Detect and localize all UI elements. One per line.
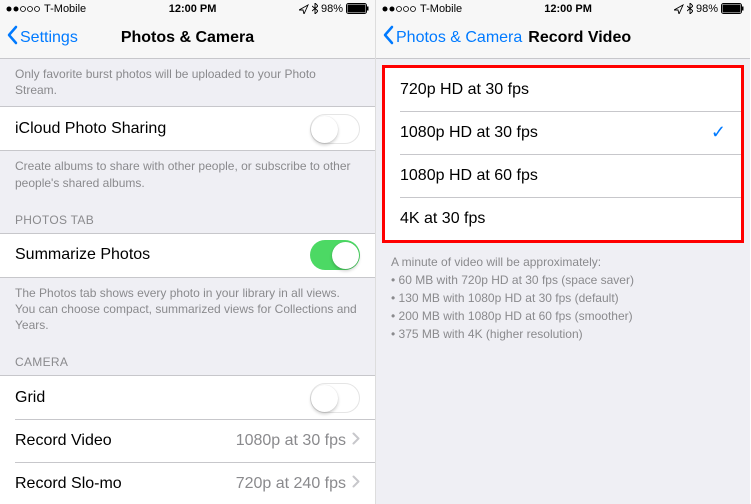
cell-label: Grid bbox=[15, 389, 45, 407]
cell-label: Summarize Photos bbox=[15, 246, 150, 264]
info-line: • 375 MB with 4K (higher resolution) bbox=[391, 325, 735, 343]
summarize-toggle[interactable] bbox=[310, 240, 360, 270]
option-4k-30[interactable]: 4K at 30 fps bbox=[385, 197, 741, 240]
icloud-photo-sharing-cell[interactable]: iCloud Photo Sharing bbox=[0, 107, 375, 150]
icloud-footer: Create albums to share with other people… bbox=[0, 151, 375, 198]
location-arrow-icon bbox=[674, 4, 684, 14]
cell-label: Record Video bbox=[15, 432, 112, 450]
info-header: A minute of video will be approximately: bbox=[391, 255, 601, 269]
nav-bar: Photos & Camera Record Video bbox=[376, 17, 750, 59]
info-line: • 60 MB with 720p HD at 30 fps (space sa… bbox=[391, 271, 735, 289]
signal-dots-icon bbox=[382, 6, 416, 12]
status-time: 12:00 PM bbox=[544, 3, 592, 15]
cell-label: 720p HD at 30 fps bbox=[400, 81, 529, 99]
option-1080p-30[interactable]: 1080p HD at 30 fps ✓ bbox=[385, 111, 741, 154]
icloud-toggle[interactable] bbox=[310, 114, 360, 144]
cell-label: 1080p HD at 30 fps bbox=[400, 124, 538, 142]
back-label: Settings bbox=[20, 29, 78, 47]
burst-footer: Only favorite burst photos will be uploa… bbox=[0, 59, 375, 106]
cell-value: 720p at 240 fps bbox=[236, 475, 346, 493]
carrier-label: T-Mobile bbox=[44, 3, 86, 15]
chevron-left-icon bbox=[6, 25, 18, 50]
status-time: 12:00 PM bbox=[169, 3, 217, 15]
location-arrow-icon bbox=[299, 4, 309, 14]
chevron-left-icon bbox=[382, 25, 394, 50]
status-bar: T-Mobile 12:00 PM 98% bbox=[376, 0, 750, 17]
content-scroll[interactable]: Only favorite burst photos will be uploa… bbox=[0, 59, 375, 504]
cell-label: 4K at 30 fps bbox=[400, 210, 485, 228]
battery-icon bbox=[346, 3, 369, 14]
option-1080p-60[interactable]: 1080p HD at 60 fps bbox=[385, 154, 741, 197]
cell-label: Record Slo-mo bbox=[15, 475, 122, 493]
screen-record-video: T-Mobile 12:00 PM 98% Photos & Camera Re… bbox=[375, 0, 750, 504]
chevron-right-icon bbox=[352, 432, 360, 450]
option-720p-30[interactable]: 720p HD at 30 fps bbox=[385, 68, 741, 111]
cell-label: iCloud Photo Sharing bbox=[15, 120, 166, 138]
record-video-cell[interactable]: Record Video 1080p at 30 fps bbox=[0, 419, 375, 462]
video-size-info: A minute of video will be approximately:… bbox=[376, 243, 750, 353]
battery-percent: 98% bbox=[696, 3, 718, 15]
checkmark-icon: ✓ bbox=[711, 122, 726, 143]
content-scroll[interactable]: 720p HD at 30 fps 1080p HD at 30 fps ✓ 1… bbox=[376, 59, 750, 504]
back-button[interactable]: Photos & Camera bbox=[376, 25, 522, 50]
grid-cell[interactable]: Grid bbox=[0, 376, 375, 419]
battery-percent: 98% bbox=[321, 3, 343, 15]
nav-bar: Settings Photos & Camera bbox=[0, 17, 375, 59]
page-title: Record Video bbox=[528, 29, 631, 47]
photos-tab-header: PHOTOS TAB bbox=[0, 199, 375, 233]
record-slomo-cell[interactable]: Record Slo-mo 720p at 240 fps bbox=[0, 462, 375, 504]
info-line: • 200 MB with 1080p HD at 60 fps (smooth… bbox=[391, 307, 735, 325]
cell-label: 1080p HD at 60 fps bbox=[400, 167, 538, 185]
chevron-right-icon bbox=[352, 475, 360, 493]
grid-toggle[interactable] bbox=[310, 383, 360, 413]
summarize-footer: The Photos tab shows every photo in your… bbox=[0, 278, 375, 342]
signal-dots-icon bbox=[6, 6, 40, 12]
carrier-label: T-Mobile bbox=[420, 3, 462, 15]
info-line: • 130 MB with 1080p HD at 30 fps (defaul… bbox=[391, 289, 735, 307]
battery-icon bbox=[721, 3, 744, 14]
screen-photos-camera: T-Mobile 12:00 PM 98% Settings Photos & … bbox=[0, 0, 375, 504]
highlight-box: 720p HD at 30 fps 1080p HD at 30 fps ✓ 1… bbox=[382, 65, 744, 243]
cell-value: 1080p at 30 fps bbox=[236, 432, 346, 450]
summarize-photos-cell[interactable]: Summarize Photos bbox=[0, 234, 375, 277]
camera-header: CAMERA bbox=[0, 341, 375, 375]
back-label: Photos & Camera bbox=[396, 29, 522, 47]
bluetooth-icon bbox=[687, 3, 693, 14]
bluetooth-icon bbox=[312, 3, 318, 14]
back-button[interactable]: Settings bbox=[0, 25, 78, 50]
status-bar: T-Mobile 12:00 PM 98% bbox=[0, 0, 375, 17]
